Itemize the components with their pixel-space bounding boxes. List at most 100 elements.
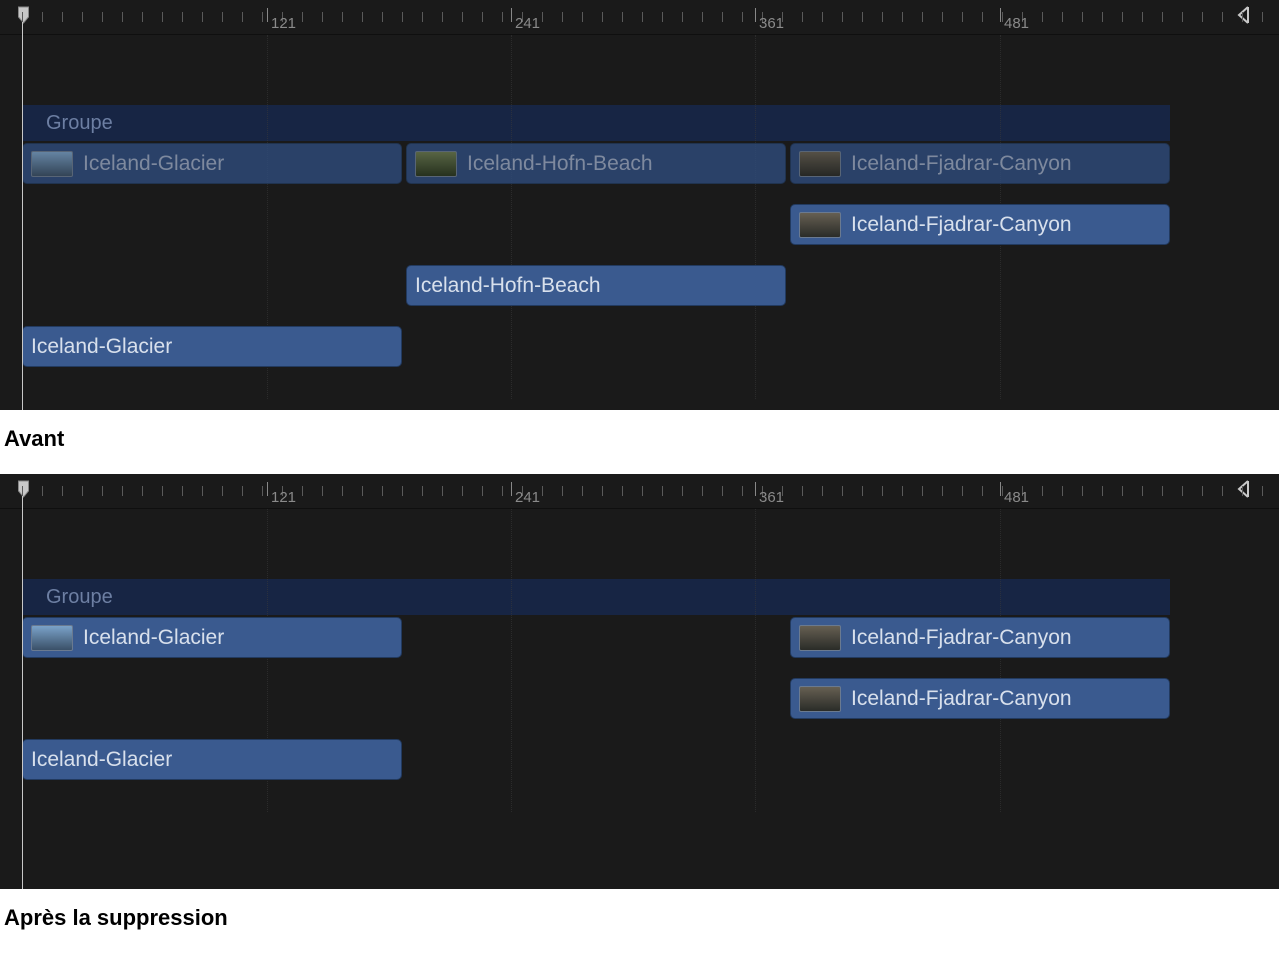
ruler-tick — [922, 12, 923, 22]
clip-canyon[interactable]: Iceland-Fjadrar-Canyon — [790, 204, 1170, 245]
ruler-tick — [1122, 486, 1123, 496]
playhead-marker-icon[interactable] — [17, 480, 30, 498]
clip-hofn[interactable]: Iceland-Hofn-Beach — [406, 143, 786, 184]
ruler-tick-major — [1000, 8, 1001, 22]
ruler-tick — [262, 12, 263, 22]
ruler-tick — [462, 486, 463, 496]
ruler-tick — [702, 486, 703, 496]
ruler-tick-major — [755, 482, 756, 496]
ruler-tick — [582, 12, 583, 22]
timeline-panel-after: 121241361481 Groupe Iceland-GlacierIcela… — [0, 474, 1279, 889]
clip-thumbnail-icon — [31, 151, 73, 177]
ruler-tick — [602, 12, 603, 22]
timeline-ruler[interactable]: 121241361481 — [0, 474, 1279, 509]
ruler-tick — [1062, 486, 1063, 496]
clip-thumbnail-icon — [799, 212, 841, 238]
row-spacer — [0, 186, 1279, 202]
ruler-tick — [802, 486, 803, 496]
ruler-tick — [22, 486, 23, 496]
ruler-tick-major — [755, 8, 756, 22]
ruler-tick — [42, 486, 43, 496]
ruler-tick-major — [511, 482, 512, 496]
ruler-tick-label: 121 — [271, 15, 296, 32]
ruler-tick — [262, 486, 263, 496]
clip-hofn[interactable]: Iceland-Hofn-Beach — [406, 265, 786, 306]
ruler-tick — [502, 12, 503, 22]
clip-thumbnail-icon — [415, 151, 457, 177]
clip-label: Iceland-Hofn-Beach — [415, 274, 601, 298]
ruler-tick — [222, 12, 223, 22]
clip-label: Iceland-Fjadrar-Canyon — [851, 152, 1072, 176]
ruler-tick — [1162, 486, 1163, 496]
ruler-tick — [682, 486, 683, 496]
ruler-tick — [142, 12, 143, 22]
ruler-tick — [842, 12, 843, 22]
clip-canyon[interactable]: Iceland-Fjadrar-Canyon — [790, 143, 1170, 184]
ruler-tick — [862, 486, 863, 496]
ruler-tick — [562, 486, 563, 496]
clip-glacier[interactable]: Iceland-Glacier — [22, 739, 402, 780]
ruler-tick — [802, 12, 803, 22]
ruler-tick — [1142, 12, 1143, 22]
ruler-tick — [302, 12, 303, 22]
ruler-tick-label: 241 — [515, 489, 540, 506]
ruler-tick — [1082, 12, 1083, 22]
ruler-tick — [1182, 486, 1183, 496]
track-row: Iceland-Glacier Iceland-Hofn-Beach Iceland… — [22, 141, 1262, 186]
playhead-marker-icon[interactable] — [17, 6, 30, 24]
ruler-tick — [142, 486, 143, 496]
ruler-tick — [382, 486, 383, 496]
ruler-tick — [122, 12, 123, 22]
clip-label: Iceland-Fjadrar-Canyon — [851, 687, 1072, 711]
tracks-area-after: Groupe Iceland-Glacier Iceland-Fjadrar-Ca… — [0, 509, 1279, 812]
ruler-tick — [1182, 12, 1183, 22]
ruler-tick — [962, 12, 963, 22]
clip-canyon[interactable]: Iceland-Fjadrar-Canyon — [790, 617, 1170, 658]
ruler-tick — [822, 12, 823, 22]
ruler-tick-label: 361 — [759, 15, 784, 32]
ruler-tick — [322, 486, 323, 496]
ruler-tick — [1242, 12, 1243, 22]
timeline-ruler[interactable]: 121241361481 — [0, 0, 1279, 35]
ruler-tick — [882, 12, 883, 22]
ruler-tick — [302, 486, 303, 496]
ruler-tick-label: 121 — [271, 489, 296, 506]
ruler-tick — [1002, 486, 1003, 496]
clip-glacier[interactable]: Iceland-Glacier — [22, 143, 402, 184]
ruler-tick — [1202, 12, 1203, 22]
ruler-tick — [482, 486, 483, 496]
group-label: Groupe — [46, 586, 113, 608]
ruler-tick — [1202, 486, 1203, 496]
ruler-tick — [102, 12, 103, 22]
ruler-tick — [162, 12, 163, 22]
ruler-tick — [102, 486, 103, 496]
ruler-tick — [722, 486, 723, 496]
clip-canyon[interactable]: Iceland-Fjadrar-Canyon — [790, 678, 1170, 719]
clip-glacier[interactable]: Iceland-Glacier — [22, 326, 402, 367]
ruler-tick — [1222, 486, 1223, 496]
group-header[interactable]: Groupe — [22, 105, 1170, 141]
group-header[interactable]: Groupe — [22, 579, 1170, 615]
ruler-tick — [602, 486, 603, 496]
track-row: Iceland-Fjadrar-Canyon — [22, 676, 1262, 721]
ruler-tick — [42, 12, 43, 22]
row-spacer — [0, 308, 1279, 324]
tracks-area-before: Groupe Iceland-Glacier Iceland-Hofn-Beach… — [0, 35, 1279, 399]
clip-glacier[interactable]: Iceland-Glacier — [22, 617, 402, 658]
track-row: Iceland-Glacier — [22, 324, 1262, 369]
ruler-tick — [542, 486, 543, 496]
track-row: Iceland-Glacier — [22, 737, 1262, 782]
ruler-tick — [942, 486, 943, 496]
ruler-tick — [242, 486, 243, 496]
ruler-tick — [442, 12, 443, 22]
clip-label: Iceland-Hofn-Beach — [467, 152, 653, 176]
playhead-line[interactable] — [22, 22, 23, 410]
ruler-tick — [482, 12, 483, 22]
ruler-tick — [982, 12, 983, 22]
playhead-line[interactable] — [22, 496, 23, 889]
ruler-tick — [202, 486, 203, 496]
ruler-tick — [982, 486, 983, 496]
track-row: Iceland-Hofn-Beach — [22, 263, 1262, 308]
ruler-tick — [502, 486, 503, 496]
ruler-tick — [562, 12, 563, 22]
